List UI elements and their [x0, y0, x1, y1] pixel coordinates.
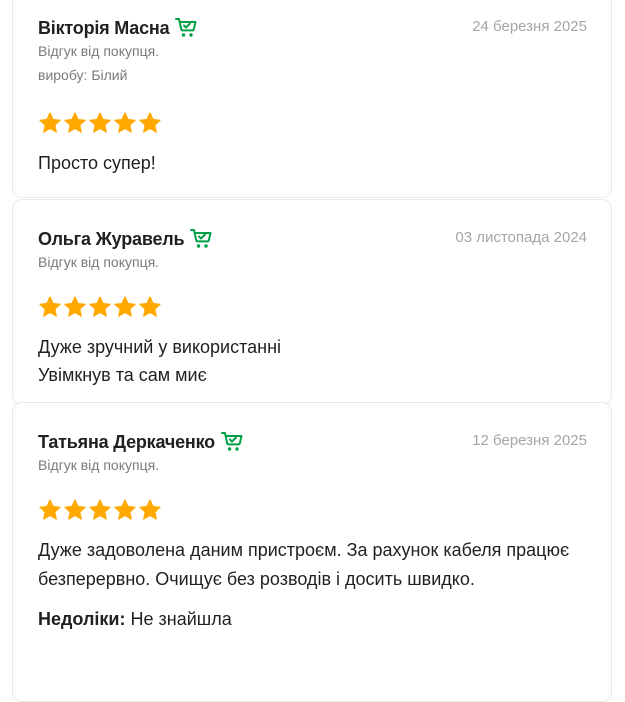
review-cons: Недоліки: Не знайшла	[38, 607, 587, 631]
review-author[interactable]: Ольга Журавель	[38, 229, 185, 250]
verified-purchase-cart-icon	[174, 16, 198, 40]
star-icon	[113, 498, 137, 522]
verified-purchase-cart-icon	[189, 227, 213, 251]
star-icon	[63, 111, 87, 135]
star-icon	[88, 111, 112, 135]
cons-text: Не знайшла	[130, 609, 232, 629]
review-date: 24 березня 2025	[472, 18, 587, 35]
verified-purchase-cart-icon	[220, 430, 244, 454]
star-icon	[138, 498, 162, 522]
review-author[interactable]: Татьяна Деркаченко	[38, 432, 215, 453]
cons-label: Недоліки:	[38, 609, 126, 629]
star-icon	[38, 498, 62, 522]
review-header: Татьяна Деркаченко 12 березня 2025	[38, 429, 587, 455]
rating-stars	[38, 498, 587, 522]
star-icon	[88, 498, 112, 522]
buyer-label: Відгук від покупця.	[38, 254, 160, 270]
product-variant: виробу: Білий	[38, 67, 128, 83]
review-author[interactable]: Вікторія Масна	[38, 18, 170, 39]
star-icon	[138, 111, 162, 135]
rating-stars	[38, 111, 587, 135]
buyer-label: Відгук від покупця.	[38, 457, 160, 473]
review-header: Вікторія Масна 24 березня 2025	[38, 15, 587, 41]
review-card: Ольга Журавель 03 листопада 2024 Відгук …	[12, 199, 612, 405]
rating-stars	[38, 295, 587, 319]
review-card: Вікторія Масна 24 березня 2025 Відгук ві…	[12, 0, 612, 198]
review-text: Просто супер!	[38, 153, 156, 173]
review-header: Ольга Журавель 03 листопада 2024	[38, 226, 587, 252]
star-icon	[63, 295, 87, 319]
buyer-label: Відгук від покупця.	[38, 43, 160, 59]
review-date: 12 березня 2025	[472, 432, 587, 449]
star-icon	[38, 111, 62, 135]
review-card: Татьяна Деркаченко 12 березня 2025 Відгу…	[12, 402, 612, 702]
review-date: 03 листопада 2024	[455, 229, 587, 246]
star-icon	[63, 498, 87, 522]
star-icon	[38, 295, 62, 319]
star-icon	[113, 295, 137, 319]
star-icon	[113, 111, 137, 135]
review-text: Дуже задоволена даним пристроєм. За раху…	[38, 540, 570, 589]
review-text: Дуже зручний у використанні Увімкнув та …	[38, 337, 282, 385]
star-icon	[88, 295, 112, 319]
star-icon	[138, 295, 162, 319]
